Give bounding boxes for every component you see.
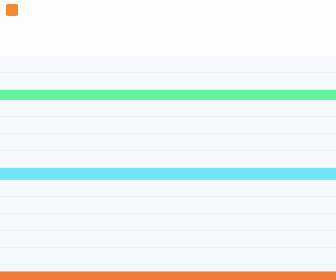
list-item[interactable] [0, 56, 336, 73]
list-item[interactable] [0, 134, 336, 151]
app-window [0, 0, 336, 280]
list-item[interactable] [0, 197, 336, 214]
results-list [0, 56, 336, 272]
list-item-highlighted-cyan[interactable] [0, 168, 336, 180]
header [6, 26, 106, 52]
page-subtitle [6, 40, 106, 52]
list-item-highlighted-green[interactable] [0, 90, 336, 100]
list-item[interactable] [0, 180, 336, 197]
brand-icon [6, 4, 18, 16]
list-item[interactable] [0, 151, 336, 168]
list-item[interactable] [0, 231, 336, 248]
list-item[interactable] [0, 248, 336, 265]
list-item[interactable] [0, 73, 336, 90]
list-item[interactable] [0, 117, 336, 134]
bottom-status-bar [0, 272, 336, 280]
list-item[interactable] [0, 214, 336, 231]
list-item[interactable] [0, 100, 336, 117]
page-title [6, 26, 106, 38]
brand-logo[interactable] [6, 4, 21, 16]
